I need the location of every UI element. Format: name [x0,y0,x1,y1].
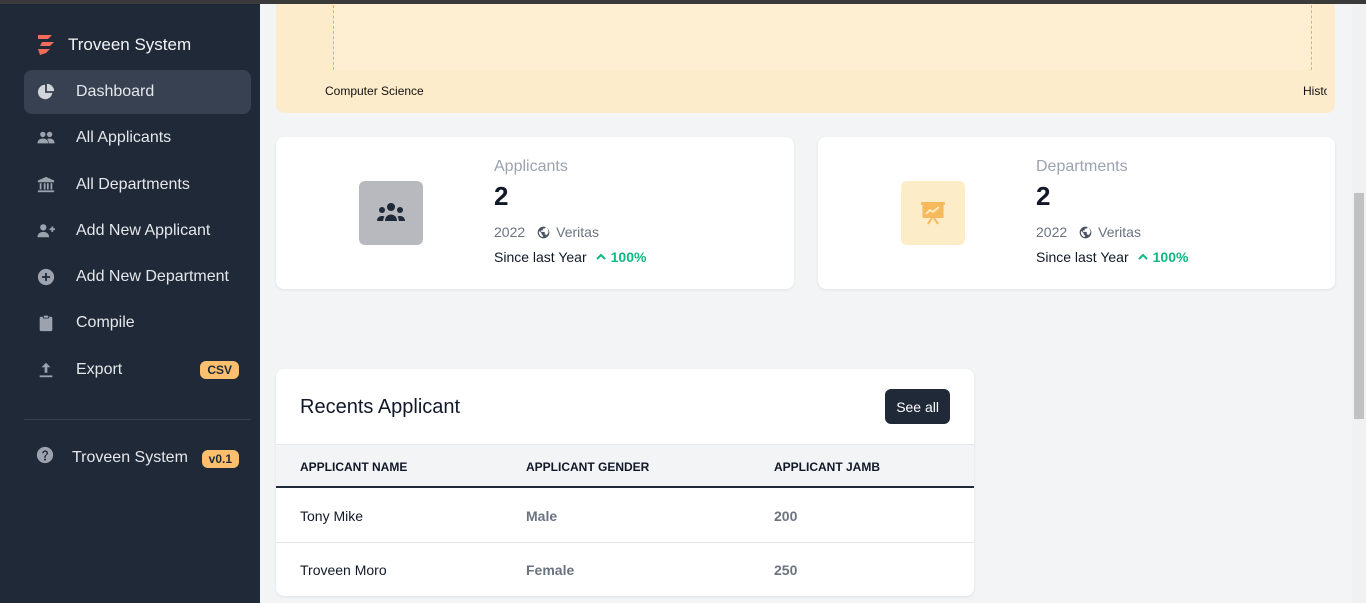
change-indicator: 100% [1137,249,1189,265]
users-icon [36,128,56,148]
card-meta: 2022 Veritas [1036,224,1141,240]
sidebar-item-label: Add New Applicant [76,221,211,239]
chart-gridline [333,0,334,70]
panel-title: Recents Applicant [300,396,461,418]
card-org: Veritas [556,224,599,240]
scrollbar-thumb[interactable] [1354,193,1364,419]
departments-stat-card: Departments 2 2022 Veritas Since last Ye… [818,137,1335,289]
departments-icon-box [901,181,965,245]
change-indicator: 100% [595,249,647,265]
bank-icon [36,175,56,195]
presentation-chart-icon [921,202,945,225]
sidebar-item-label: Compile [76,314,135,332]
chevron-up-icon [595,253,606,260]
sidebar: Troveen System Dashboard All Applicants … [0,0,260,603]
brand-name: Troveen System [68,35,192,54]
card-year: 2022 [494,224,526,240]
sidebar-divider [24,419,251,420]
sidebar-item-export[interactable]: Export CSV [24,348,251,392]
card-title: Departments [1036,158,1128,175]
card-since: Since last Year 100% [1036,249,1188,265]
brand-logo-icon [38,35,54,55]
version-badge: v0.1 [201,450,239,468]
recent-applicants-panel: Recents Applicant See all APPLICANT NAME… [276,369,974,596]
sidebar-item-compile[interactable]: Compile [24,301,251,345]
sidebar-item-label: All Applicants [76,129,172,147]
upload-icon [36,360,56,380]
column-header-gender[interactable]: APPLICANT GENDER [526,460,649,474]
globe-icon [537,226,550,238]
pie-chart-icon [36,82,56,102]
applicant-jamb: 250 [774,562,798,578]
sidebar-item-dashboard[interactable]: Dashboard [24,70,251,114]
user-plus-icon [36,221,56,241]
applicants-stat-card: Applicants 2 2022 Veritas Since last Yea… [276,137,794,289]
change-value: 100% [610,249,647,265]
chart-plot-area [333,0,1313,70]
sidebar-item-all-departments[interactable]: All Departments [24,163,251,207]
sidebar-item-label: All Departments [76,175,190,193]
since-label: Since last Year [494,249,587,265]
group-icon [377,203,405,221]
sidebar-footer-version[interactable]: Troveen System v0.1 [36,446,251,469]
applicant-name: Tony Mike [300,508,364,524]
card-year: 2022 [1036,224,1068,240]
table-row[interactable]: Tony Mike Male 200 [276,489,974,543]
applicants-icon-box [359,181,423,245]
sidebar-item-add-new-applicant[interactable]: Add New Applicant [24,209,251,253]
card-since: Since last Year 100% [494,249,646,265]
sidebar-item-label: Export [76,360,123,378]
column-header-name[interactable]: APPLICANT NAME [300,460,407,474]
page-scrollbar[interactable] [1352,0,1366,603]
brand[interactable]: Troveen System [36,33,191,57]
help-icon [36,446,54,469]
clipboard-icon [36,313,56,333]
card-org: Veritas [1098,224,1141,240]
sidebar-item-label: Dashboard [76,83,155,100]
card-title: Applicants [494,158,568,175]
sidebar-item-label: Add New Department [76,268,229,286]
applicant-name: Troveen Moro [300,562,387,578]
department-chart: Computer Science Histo [276,0,1335,113]
column-header-jamb[interactable]: APPLICANT JAMB [774,460,880,474]
applicant-gender: Female [526,562,575,578]
applicant-jamb: 200 [774,508,798,524]
csv-badge: CSV [200,360,239,379]
card-value: 2 [1036,181,1051,211]
sidebar-nav: Dashboard All Applicants All Departments… [24,70,251,394]
chart-x-label: Computer Science [325,84,424,98]
chart-gridline [1311,0,1312,70]
card-value: 2 [494,181,509,211]
table-header: APPLICANT NAME APPLICANT GENDER APPLICAN… [276,444,974,488]
see-all-button[interactable]: See all [885,389,950,424]
sidebar-item-add-new-department[interactable]: Add New Department [24,255,251,299]
sidebar-item-all-applicants[interactable]: All Applicants [24,116,251,160]
since-label: Since last Year [1036,249,1129,265]
card-meta: 2022 Veritas [494,224,599,240]
table-row[interactable]: Troveen Moro Female 250 [276,543,974,596]
plus-circle-icon [36,267,56,287]
chart-x-label: Histo [1303,84,1327,98]
change-value: 100% [1152,249,1189,265]
footer-label: Troveen System [72,448,188,466]
applicant-gender: Male [526,508,558,524]
globe-icon [1079,226,1092,238]
chevron-up-icon [1137,253,1148,260]
window-top-border [0,0,1366,4]
